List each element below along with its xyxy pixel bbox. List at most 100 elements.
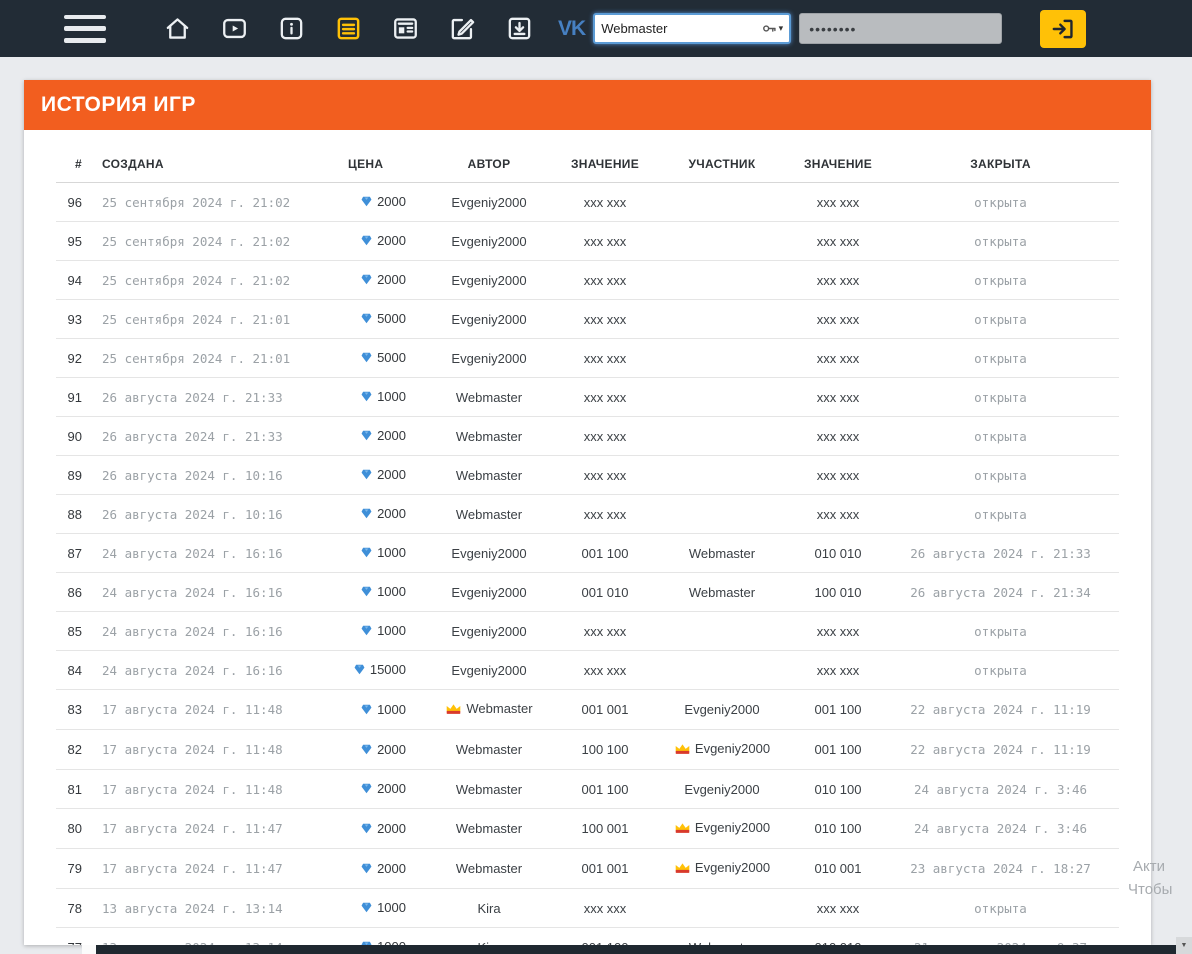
game-participant: Evgeniy2000 — [650, 769, 794, 809]
game-closed-date: открыта — [882, 338, 1119, 378]
game-created-date: 26 августа 2024 г. 10:16 — [96, 455, 340, 495]
game-value-participant: xxx xxx — [794, 888, 882, 928]
nav-icons — [162, 14, 534, 44]
game-author-name: Evgeniy2000 — [451, 584, 527, 600]
game-id: 86 — [56, 572, 96, 612]
game-id: 89 — [56, 455, 96, 495]
table-row: 78 13 августа 2024 г. 13:14 1000 Kira xx… — [56, 888, 1119, 928]
game-author: Evgeniy2000 — [418, 299, 560, 339]
col-header-value1: ЗНАЧЕНИЕ — [560, 144, 650, 183]
footer-strip-light — [82, 945, 96, 954]
game-created-date: 24 августа 2024 г. 16:16 — [96, 572, 340, 612]
game-value-author: xxx xxx — [560, 260, 650, 300]
game-author: Webmaster — [418, 689, 560, 730]
gem-icon — [361, 744, 372, 755]
game-created-date: 25 сентября 2024 г. 21:02 — [96, 221, 340, 261]
game-author-name: Webmaster — [455, 467, 523, 483]
footer-strip-dark — [96, 945, 1176, 954]
game-value-participant: xxx xxx — [794, 611, 882, 651]
game-price-value: 5000 — [377, 311, 406, 326]
game-id: 87 — [56, 533, 96, 573]
game-created-date: 24 августа 2024 г. 16:16 — [96, 611, 340, 651]
game-value-participant: 001 100 — [794, 689, 882, 730]
game-participant: Evgeniy2000 — [650, 848, 794, 889]
game-author-name: Webmaster — [455, 861, 523, 876]
game-value-author: 001 100 — [560, 927, 650, 945]
menu-icon[interactable] — [64, 14, 106, 43]
game-author: Webmaster — [418, 808, 560, 849]
login-button[interactable] — [1040, 9, 1087, 48]
game-participant — [650, 182, 794, 222]
game-author-name: Evgeniy2000 — [451, 662, 527, 678]
game-value-participant: xxx xxx — [794, 377, 882, 417]
game-author: Evgeniy2000 — [418, 338, 560, 378]
key-icon[interactable]: ▾ — [762, 21, 783, 36]
password-field[interactable]: •••••••• — [799, 13, 1003, 44]
game-value-author: xxx xxx — [560, 299, 650, 339]
table-row: 93 25 сентября 2024 г. 21:01 5000 Evgeni… — [56, 299, 1119, 339]
game-closed-date: открыта — [882, 650, 1119, 690]
game-value-participant: 010 010 — [794, 927, 882, 945]
author-winner-icon — [445, 703, 462, 718]
game-author: Evgeniy2000 — [418, 650, 560, 690]
game-participant: Evgeniy2000 — [650, 808, 794, 849]
scrollbar-down-button[interactable]: ▼ — [1176, 937, 1192, 954]
card-body: # СОЗДАНА ЦЕНА АВТОР ЗНАЧЕНИЕ УЧАСТНИК З… — [24, 130, 1151, 945]
game-price: 2000 — [340, 769, 418, 809]
info-icon[interactable] — [276, 14, 306, 44]
install-icon[interactable] — [504, 14, 534, 44]
game-price: 2000 — [340, 808, 418, 849]
game-value-participant: xxx xxx — [794, 182, 882, 222]
game-participant: Webmaster — [650, 572, 794, 612]
games-history-table: # СОЗДАНА ЦЕНА АВТОР ЗНАЧЕНИЕ УЧАСТНИК З… — [56, 144, 1119, 945]
game-value-author: 001 100 — [560, 533, 650, 573]
game-author: Webmaster — [418, 494, 560, 534]
game-value-participant: xxx xxx — [794, 494, 882, 534]
game-closed-date: 22 августа 2024 г. 11:19 — [882, 689, 1119, 730]
game-author-name: Webmaster — [455, 821, 523, 836]
game-price: 5000 — [340, 299, 418, 339]
username-input[interactable] — [601, 21, 762, 36]
gem-icon — [361, 469, 372, 480]
game-value-participant: 010 100 — [794, 808, 882, 849]
col-header-participant: УЧАСТНИК — [650, 144, 794, 183]
game-price-value: 2000 — [377, 233, 406, 248]
game-author: Webmaster — [418, 416, 560, 456]
col-header-created: СОЗДАНА — [96, 144, 340, 183]
table-row: 96 25 сентября 2024 г. 21:02 2000 Evgeni… — [56, 182, 1119, 222]
game-author: Webmaster — [418, 729, 560, 770]
game-value-author: xxx xxx — [560, 494, 650, 534]
games-list-icon-active[interactable] — [333, 14, 363, 44]
col-header-closed: ЗАКРЫТА — [882, 144, 1119, 183]
game-value-author: xxx xxx — [560, 377, 650, 417]
game-price: 2000 — [340, 455, 418, 495]
game-created-date: 17 августа 2024 г. 11:48 — [96, 689, 340, 730]
game-id: 84 — [56, 650, 96, 690]
game-id: 83 — [56, 689, 96, 730]
game-value-author: xxx xxx — [560, 221, 650, 261]
game-closed-date: 26 августа 2024 г. 21:33 — [882, 533, 1119, 573]
game-created-date: 25 сентября 2024 г. 21:01 — [96, 338, 340, 378]
game-author: Kira — [418, 927, 560, 945]
game-id: 94 — [56, 260, 96, 300]
home-icon[interactable] — [162, 14, 192, 44]
table-row: 92 25 сентября 2024 г. 21:01 5000 Evgeni… — [56, 338, 1119, 378]
col-header-author: АВТОР — [418, 144, 560, 183]
table-row: 94 25 сентября 2024 г. 21:02 2000 Evgeni… — [56, 260, 1119, 300]
game-created-date: 17 августа 2024 г. 11:47 — [96, 848, 340, 889]
video-icon[interactable] — [219, 14, 249, 44]
compose-icon[interactable] — [447, 14, 477, 44]
game-price-value: 5000 — [377, 350, 406, 365]
table-row: 83 17 августа 2024 г. 11:48 1000 Webmast… — [56, 689, 1119, 730]
game-created-date: 24 августа 2024 г. 16:16 — [96, 533, 340, 573]
table-row: 87 24 августа 2024 г. 16:16 1000 Evgeniy… — [56, 533, 1119, 573]
game-author: Evgeniy2000 — [418, 221, 560, 261]
game-price-value: 2000 — [377, 506, 406, 521]
game-closed-date: открыта — [882, 260, 1119, 300]
news-icon[interactable] — [390, 14, 420, 44]
table-row: 85 24 августа 2024 г. 16:16 1000 Evgeniy… — [56, 611, 1119, 651]
game-closed-date: открыта — [882, 494, 1119, 534]
game-author: Webmaster — [418, 848, 560, 889]
gem-icon — [361, 352, 372, 363]
game-price-value: 1000 — [377, 701, 406, 717]
